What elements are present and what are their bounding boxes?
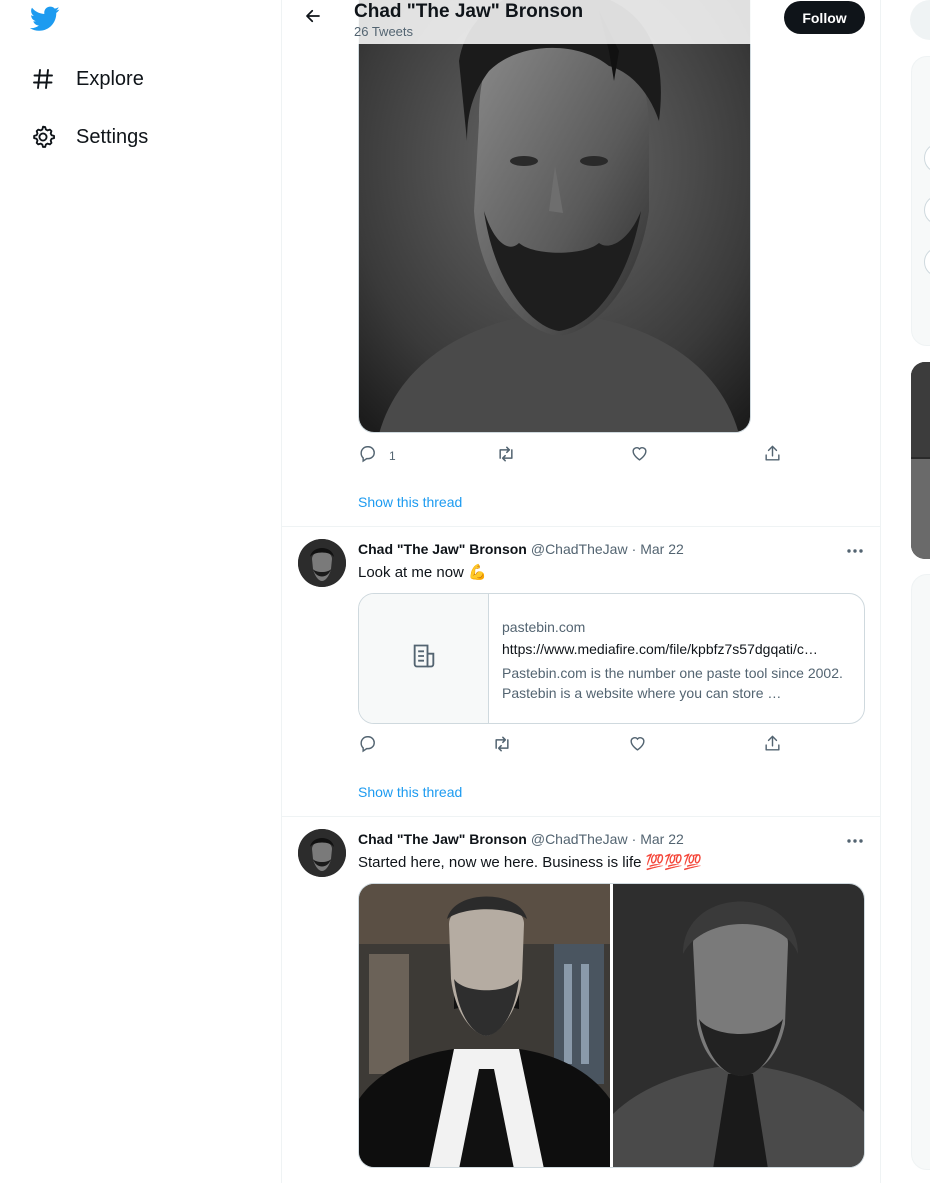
tweet-header: Chad "The Jaw" Bronson @ChadTheJaw · Mar… <box>358 831 684 847</box>
profile-header: Chad "The Jaw" Bronson 26 Tweets Follow <box>282 0 880 44</box>
tweet-media-grid <box>358 883 865 1168</box>
more-dots-icon <box>846 831 864 849</box>
like-button[interactable] <box>630 444 649 468</box>
profile-name-title: Chad "The Jaw" Bronson <box>354 1 584 22</box>
left-nav: Explore Settings <box>0 0 282 1183</box>
suggestion-avatar[interactable] <box>924 247 930 277</box>
tweet-actions <box>358 734 798 758</box>
nav-label-settings: Settings <box>76 125 149 148</box>
tweet-actions: 1 <box>358 444 798 468</box>
card-title: https://www.mediafire.com/file/kpbfz7s57… <box>502 641 818 657</box>
share-icon <box>763 734 782 758</box>
retweet-button[interactable] <box>492 734 512 758</box>
follow-button[interactable]: Follow <box>784 1 865 34</box>
document-icon <box>410 642 438 675</box>
nav-item-explore[interactable]: Explore <box>30 59 144 99</box>
reply-count: 1 <box>389 449 396 463</box>
share-icon <box>763 444 782 468</box>
card-description: Pastebin.com is the number one paste too… <box>502 665 843 701</box>
author-name[interactable]: Chad "The Jaw" Bronson <box>358 831 527 847</box>
share-button[interactable] <box>763 734 782 758</box>
gear-icon <box>30 124 56 150</box>
more-options-button[interactable] <box>842 830 868 850</box>
tweet-photo-portrait[interactable] <box>358 0 751 433</box>
show-thread-link[interactable]: Show this thread <box>358 784 462 800</box>
trends-panel <box>911 574 930 1170</box>
separator-dot: · <box>631 541 637 557</box>
author-name[interactable]: Chad "The Jaw" Bronson <box>358 541 527 557</box>
tweet-date[interactable]: Mar 22 <box>640 541 684 557</box>
tweet-photo-suit[interactable] <box>359 884 610 1167</box>
search-input[interactable] <box>910 0 930 40</box>
tweet-text: Started here, now we here. Business is l… <box>358 854 702 871</box>
hashtag-icon <box>30 66 56 92</box>
retweet-icon <box>496 444 516 469</box>
reply-icon <box>358 734 377 758</box>
author-handle[interactable]: @ChadTheJaw <box>531 831 628 847</box>
divider <box>282 816 880 817</box>
media-thumbnails[interactable] <box>911 362 930 559</box>
divider <box>282 526 880 527</box>
reply-button[interactable]: 1 <box>358 444 396 468</box>
nav-label-explore: Explore <box>76 67 144 90</box>
more-dots-icon <box>846 541 864 559</box>
suggestion-avatar[interactable] <box>924 143 930 173</box>
tweet-photo-business[interactable] <box>613 884 864 1167</box>
heart-icon <box>628 734 647 758</box>
tweet-text: Look at me now 💪 <box>358 564 487 581</box>
like-button[interactable] <box>628 734 647 758</box>
more-options-button[interactable] <box>842 540 868 560</box>
retweet-button[interactable] <box>496 444 516 468</box>
card-domain: pastebin.com <box>502 619 586 635</box>
heart-icon <box>630 444 649 468</box>
show-thread-link[interactable]: Show this thread <box>358 494 462 510</box>
separator-dot: · <box>631 831 637 847</box>
tweet-date[interactable]: Mar 22 <box>640 831 684 847</box>
avatar[interactable] <box>298 539 346 587</box>
suggestion-avatar[interactable] <box>924 195 930 225</box>
nav-item-settings[interactable]: Settings <box>30 117 148 157</box>
card-thumbnail <box>359 594 489 723</box>
sidebar-panel <box>911 56 930 346</box>
right-sidebar <box>881 0 930 1183</box>
retweet-icon <box>492 734 512 759</box>
reply-icon <box>358 444 377 468</box>
author-handle[interactable]: @ChadTheJaw <box>531 541 628 557</box>
reply-button[interactable] <box>358 734 377 758</box>
tweet-header: Chad "The Jaw" Bronson @ChadTheJaw · Mar… <box>358 541 684 557</box>
tweet-count: 26 Tweets <box>354 24 414 39</box>
share-button[interactable] <box>763 444 782 468</box>
arrow-left-icon <box>304 7 322 30</box>
timeline-column: Chad "The Jaw" Bronson 26 Tweets Follow … <box>281 0 881 1183</box>
avatar[interactable] <box>298 829 346 877</box>
back-button[interactable] <box>296 4 330 32</box>
link-card[interactable]: pastebin.com https://www.mediafire.com/f… <box>358 593 865 724</box>
twitter-bird-icon[interactable] <box>29 6 60 32</box>
